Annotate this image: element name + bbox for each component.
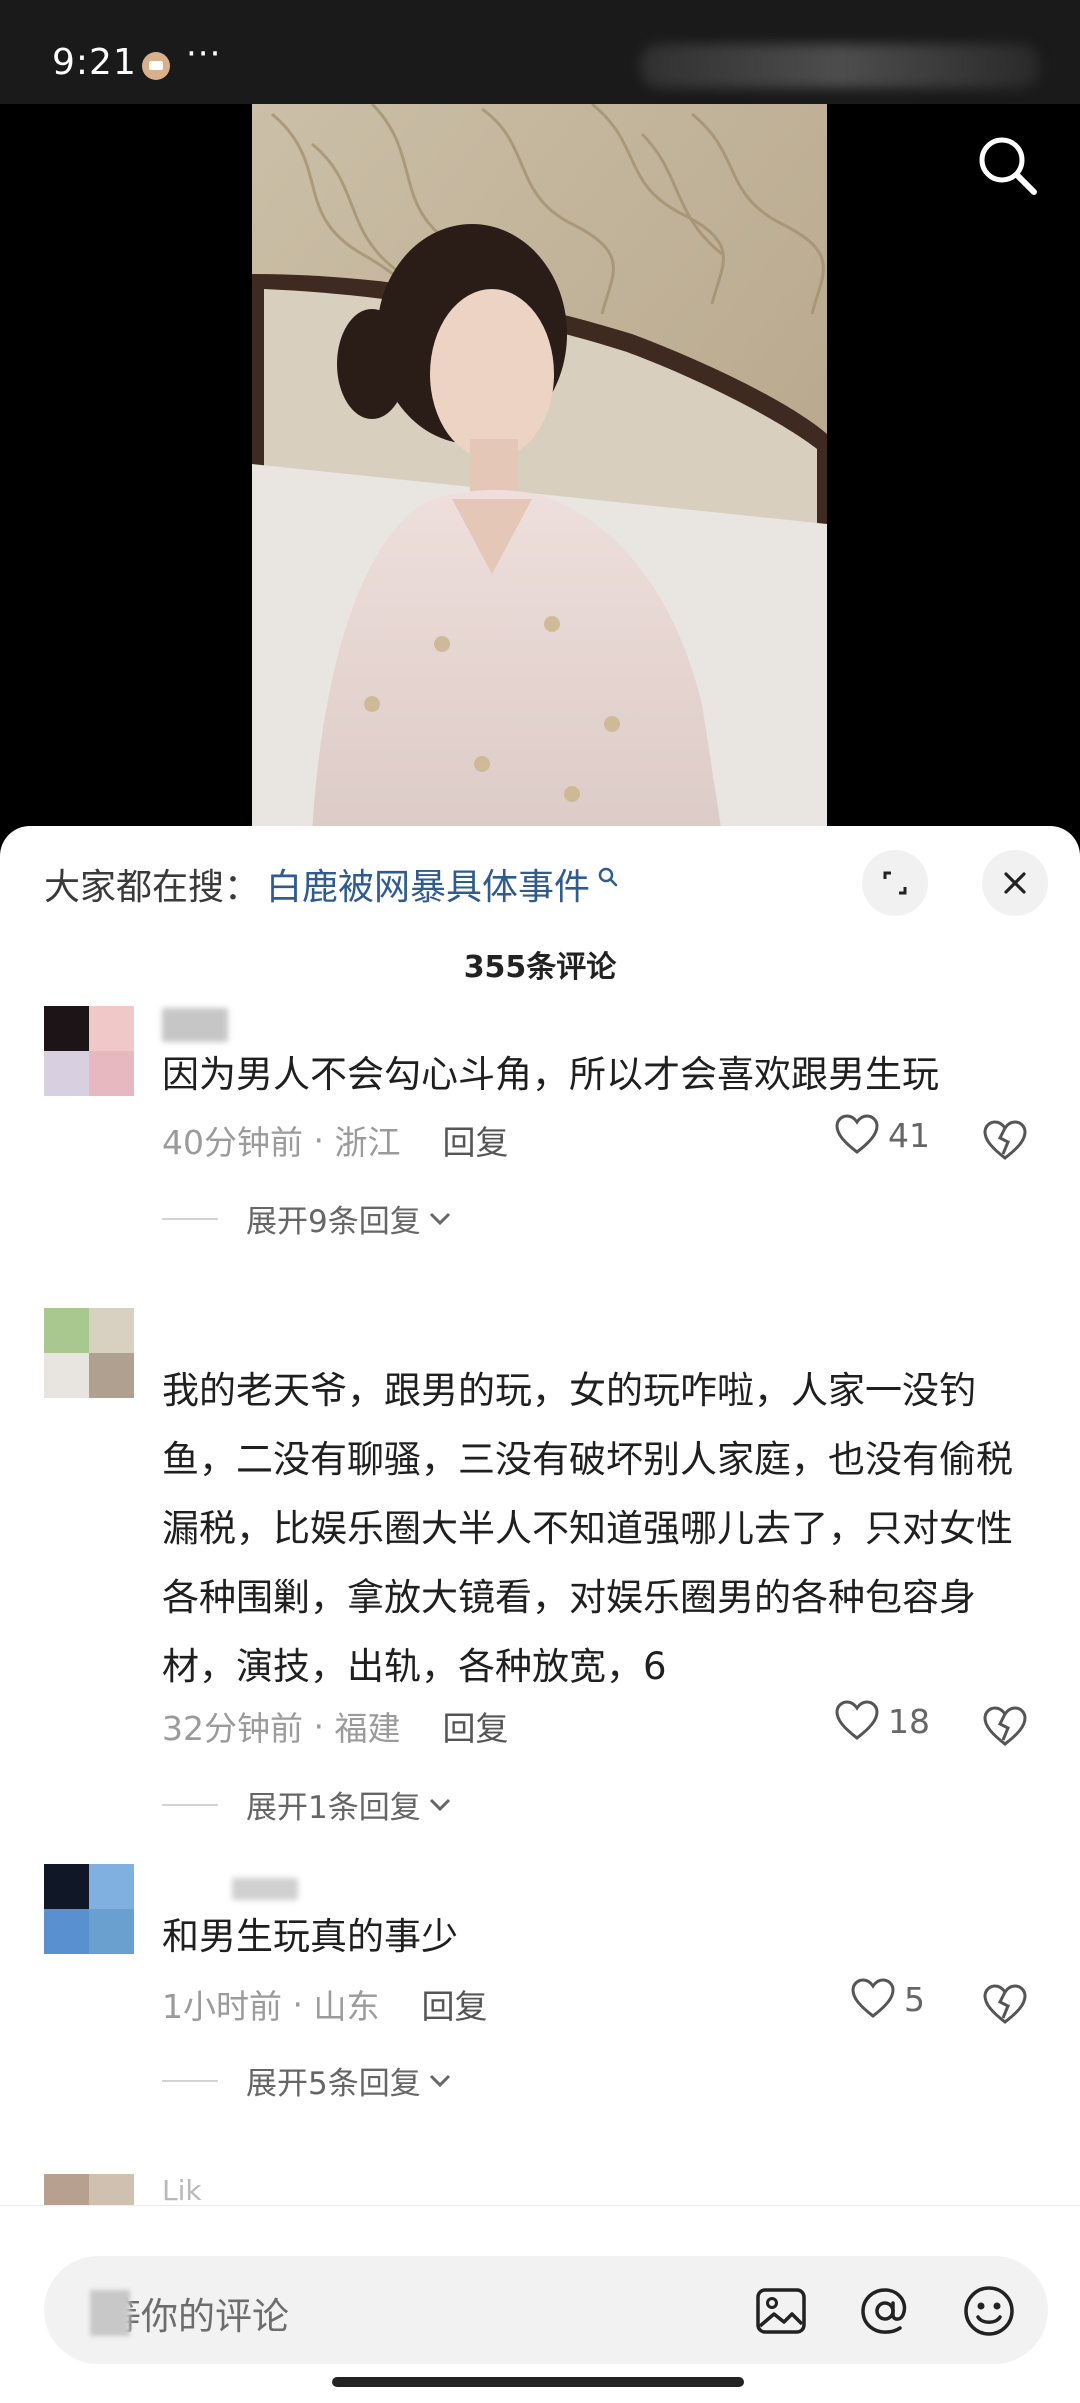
like-button[interactable]: 41	[834, 1114, 930, 1156]
heart-icon	[835, 1700, 879, 1740]
video-thumbnail	[252, 104, 827, 834]
comment-sheet: 大家都在搜： 白鹿被网暴具体事件 355条评论 因为男人不会勾心斗角，所以才会喜…	[0, 826, 1080, 2403]
divider-line	[162, 1217, 218, 1220]
avatar[interactable]	[44, 1308, 134, 1398]
video-player[interactable]	[0, 104, 1080, 834]
close-button[interactable]	[982, 850, 1048, 916]
fullscreen-button[interactable]	[862, 850, 928, 916]
avatar[interactable]	[44, 1006, 134, 1096]
video-frame[interactable]	[252, 104, 827, 834]
divider-line	[162, 2079, 218, 2082]
heart-icon	[835, 1114, 879, 1154]
chevron-down-icon	[429, 1212, 450, 1225]
dislike-icon[interactable]	[982, 1118, 1028, 1164]
at-icon[interactable]	[856, 2282, 914, 2340]
home-indicator[interactable]	[332, 2377, 744, 2387]
comment-meta: 32分钟前 · 福建 回复	[162, 1702, 508, 1750]
meta-separator: ·	[303, 1120, 335, 1160]
comment-time: 40分钟前	[162, 1123, 303, 1162]
comment-location: 山东	[313, 1987, 380, 2026]
comment-time: 32分钟前	[162, 1709, 303, 1748]
emoji-icon[interactable]	[960, 2282, 1018, 2340]
avatar[interactable]	[44, 1864, 134, 1954]
comment-text: 我的老天爷，跟男的玩，女的玩咋啦，人家一没钓鱼，二没有聊骚，三没有破坏别人家庭，…	[162, 1369, 1013, 1688]
comment-count: 355条评论	[463, 950, 617, 985]
like-count: 5	[904, 1979, 925, 2019]
username-blurred	[232, 1878, 298, 1900]
expand-replies[interactable]: 展开9条回复	[162, 1196, 453, 1241]
comment-meta: 1小时前 · 山东 回复	[162, 1980, 487, 2028]
expand-replies-label: 展开1条回复	[246, 1790, 421, 1826]
comment-location: 浙江	[334, 1123, 401, 1162]
status-time: 9:21	[52, 42, 137, 83]
username-blurred	[162, 1008, 228, 1042]
dislike-icon[interactable]	[982, 1704, 1028, 1750]
comment-input-placeholder: 等你的评论	[104, 2295, 289, 2338]
placeholder-blur	[90, 2290, 130, 2336]
meta-separator: ·	[303, 1706, 335, 1746]
expand-replies[interactable]: 展开1条回复	[162, 1782, 453, 1827]
message-notification-icon	[142, 52, 170, 80]
like-button[interactable]: 5	[850, 1978, 925, 2020]
meta-separator: ·	[282, 1984, 314, 2024]
like-count: 18	[888, 1701, 930, 1741]
expand-replies-label: 展开5条回复	[246, 2066, 421, 2102]
comment-text: 和男生玩真的事少	[162, 1915, 458, 1958]
close-icon	[1004, 872, 1026, 894]
reply-button[interactable]: 回复	[442, 1116, 508, 1164]
chevron-down-icon	[429, 2074, 450, 2087]
status-bar: 9:21 ···	[0, 0, 1080, 104]
divider-line	[162, 1803, 218, 1806]
comment-input[interactable]: 等你的评论	[44, 2256, 1048, 2364]
search-icon[interactable]	[972, 130, 1044, 202]
expand-replies-label: 展开9条回复	[246, 1204, 421, 1240]
trending-search[interactable]: 大家都在搜： 白鹿被网暴具体事件	[44, 854, 620, 914]
reply-button[interactable]: 回复	[442, 1702, 508, 1750]
heart-icon	[851, 1978, 895, 2018]
username: Lik	[162, 2174, 202, 2207]
reply-button[interactable]: 回复	[421, 1980, 487, 2028]
like-button[interactable]: 18	[834, 1700, 930, 1742]
comment-text: 因为男人不会勾心斗角，所以才会喜欢跟男生玩	[162, 1053, 939, 1096]
comment-time: 1小时前	[162, 1987, 282, 2026]
like-count: 41	[888, 1115, 930, 1155]
search-small-icon	[598, 867, 618, 887]
chevron-down-icon	[429, 1798, 450, 1811]
image-icon[interactable]	[752, 2282, 810, 2340]
comment-input-bar: 等你的评论	[0, 2205, 1080, 2403]
trending-query-link[interactable]: 白鹿被网暴具体事件	[266, 858, 590, 910]
status-icons-blurred	[640, 44, 1040, 88]
comment-location: 福建	[334, 1709, 401, 1748]
expand-replies[interactable]: 展开5条回复	[162, 2058, 453, 2103]
dislike-icon[interactable]	[982, 1982, 1028, 2028]
more-notifications-icon: ···	[186, 34, 222, 74]
expand-icon	[883, 871, 907, 895]
trending-prefix: 大家都在搜：	[44, 867, 261, 908]
comment-meta: 40分钟前 · 浙江 回复	[162, 1116, 508, 1164]
